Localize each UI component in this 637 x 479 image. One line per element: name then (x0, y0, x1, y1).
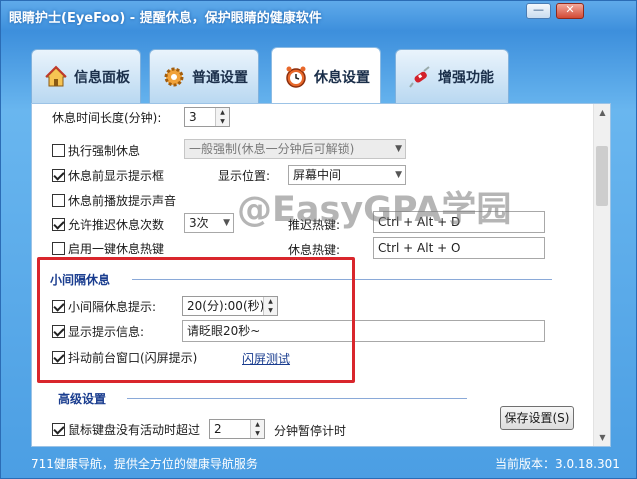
display-position-value: 屏幕中间 (293, 168, 342, 182)
shake-window-label: 抖动前台窗口(闪屏提示) (68, 350, 198, 365)
rest-settings-panel: 休息时间长度(分钟): 3 ▲ ▼ 执行强制休息 一般强制(休息一分钟后可解锁) … (31, 103, 611, 447)
flash-test-link[interactable]: 闪屏测试 (242, 350, 290, 367)
gear-icon (162, 65, 186, 89)
rest-duration-label: 休息时间长度(分钟): (52, 111, 162, 125)
tab-label: 普通设置 (192, 69, 248, 86)
scroll-down-icon[interactable]: ▼ (594, 429, 610, 446)
short-break-interval-value: 20(分):00(秒) (187, 299, 265, 313)
advanced-section-title: 高级设置 (58, 392, 107, 406)
chevron-down-icon: ▼ (395, 144, 402, 154)
house-icon (44, 65, 68, 89)
tab-enhance-features[interactable]: 增强功能 (395, 49, 509, 103)
section-divider (127, 398, 467, 399)
one-key-rest-label: 启用一键休息热键 (68, 241, 165, 256)
tab-info-panel[interactable]: 信息面板 (31, 49, 141, 103)
force-rest-check-icon (52, 143, 65, 157)
watermark: @EasyGPA学园 (237, 190, 512, 230)
chevron-down-icon: ▼ (223, 218, 230, 228)
app-window: 眼睛护士(EyeFoo) - 提醒休息，保护眼睛的健康软件 — ✕ 信息面板 普… (0, 0, 637, 479)
short-break-interval-checkbox[interactable]: 小间隔休息提示: (52, 296, 156, 316)
force-rest-checkbox[interactable]: 执行强制休息 (52, 140, 140, 160)
title-bar: 眼睛护士(EyeFoo) - 提醒休息，保护眼睛的健康软件 — ✕ (1, 1, 636, 29)
idle-pause-label: 鼠标键盘没有活动时超过 (68, 422, 201, 437)
swiss-knife-icon (408, 65, 432, 89)
short-break-interval-label: 小间隔休息提示: (68, 299, 157, 314)
stepper-arrows-icon[interactable]: ▲ ▼ (250, 420, 264, 438)
scroll-thumb[interactable] (596, 146, 608, 206)
message-value: 请眨眼20秒~ (187, 324, 261, 338)
short-break-interval-stepper[interactable]: 20(分):00(秒) ▲ ▼ (182, 296, 278, 316)
shake-window-checkbox[interactable]: 抖动前台窗口(闪屏提示) (52, 347, 197, 367)
show-message-checkbox[interactable]: 显示提示信息: (52, 321, 144, 341)
idle-minutes-stepper[interactable]: 2 ▲ ▼ (209, 419, 265, 439)
section-divider (132, 279, 552, 280)
tab-label: 增强功能 (438, 69, 494, 86)
rest-hotkey-value: Ctrl + Alt + O (378, 241, 461, 255)
delay-count-value: 3次 (189, 216, 209, 230)
short-break-check-icon (52, 299, 65, 313)
idle-pause-suffix: 分钟暂停计时 (274, 424, 347, 438)
status-bar: 711健康导航，提供全方位的健康导航服务 当前版本：3.0.18.301 (1, 451, 636, 475)
minimize-button[interactable]: — (526, 3, 551, 19)
message-field[interactable]: 请眨眼20秒~ (182, 320, 545, 342)
health-nav-link[interactable]: 711健康导航，提供全方位的健康导航服务 (31, 455, 258, 472)
tab-label: 信息面板 (74, 69, 130, 86)
delay-count-select[interactable]: 3次 ▼ (184, 213, 234, 233)
show-prompt-check-icon (52, 168, 65, 182)
force-mode-value: 一般强制(休息一分钟后可解锁) (189, 142, 355, 156)
idle-pause-checkbox[interactable]: 鼠标键盘没有活动时超过 (52, 419, 200, 439)
window-title: 眼睛护士(EyeFoo) - 提醒休息，保护眼睛的健康软件 (9, 11, 322, 26)
show-prompt-checkbox[interactable]: 休息前显示提示框 (52, 165, 164, 185)
play-sound-check-icon (52, 193, 65, 207)
idle-minutes-value: 2 (214, 422, 222, 436)
play-sound-checkbox[interactable]: 休息前播放提示声音 (52, 190, 176, 210)
idle-pause-check-icon (52, 422, 65, 436)
rest-duration-value: 3 (189, 110, 197, 124)
rest-duration-stepper[interactable]: 3 ▲ ▼ (184, 107, 230, 127)
shake-window-check-icon (52, 350, 65, 364)
force-rest-label: 执行强制休息 (68, 143, 141, 158)
show-message-check-icon (52, 324, 65, 338)
show-message-label: 显示提示信息: (68, 324, 145, 339)
short-break-section-title: 小间隔休息 (50, 273, 111, 287)
close-button[interactable]: ✕ (556, 3, 584, 19)
scroll-up-icon[interactable]: ▲ (594, 104, 610, 121)
tab-rest-settings[interactable]: 休息设置 (271, 47, 381, 105)
stepper-arrows-icon[interactable]: ▲ ▼ (215, 108, 229, 126)
play-sound-label: 休息前播放提示声音 (68, 193, 177, 208)
show-prompt-label: 休息前显示提示框 (68, 168, 165, 183)
force-mode-select[interactable]: 一般强制(休息一分钟后可解锁) ▼ (184, 139, 406, 159)
allow-delay-checkbox[interactable]: 允许推迟休息次数 (52, 214, 164, 234)
stepper-arrows-icon[interactable]: ▲ ▼ (263, 297, 277, 315)
save-settings-button[interactable]: 保存设置(S) (500, 406, 574, 430)
clock-icon (284, 65, 308, 89)
rest-hotkey-field[interactable]: Ctrl + Alt + O (373, 237, 545, 259)
tab-label: 休息设置 (314, 69, 370, 86)
vertical-scrollbar[interactable]: ▲ ▼ (593, 104, 610, 446)
one-key-rest-checkbox[interactable]: 启用一键休息热键 (52, 238, 164, 258)
rest-hotkey-label: 休息热键: (288, 243, 341, 257)
tab-general-settings[interactable]: 普通设置 (149, 49, 259, 103)
one-key-rest-check-icon (52, 241, 65, 255)
allow-delay-label: 允许推迟休息次数 (68, 217, 165, 232)
version-text: 当前版本：3.0.18.301 (495, 457, 620, 471)
allow-delay-check-icon (52, 217, 65, 231)
